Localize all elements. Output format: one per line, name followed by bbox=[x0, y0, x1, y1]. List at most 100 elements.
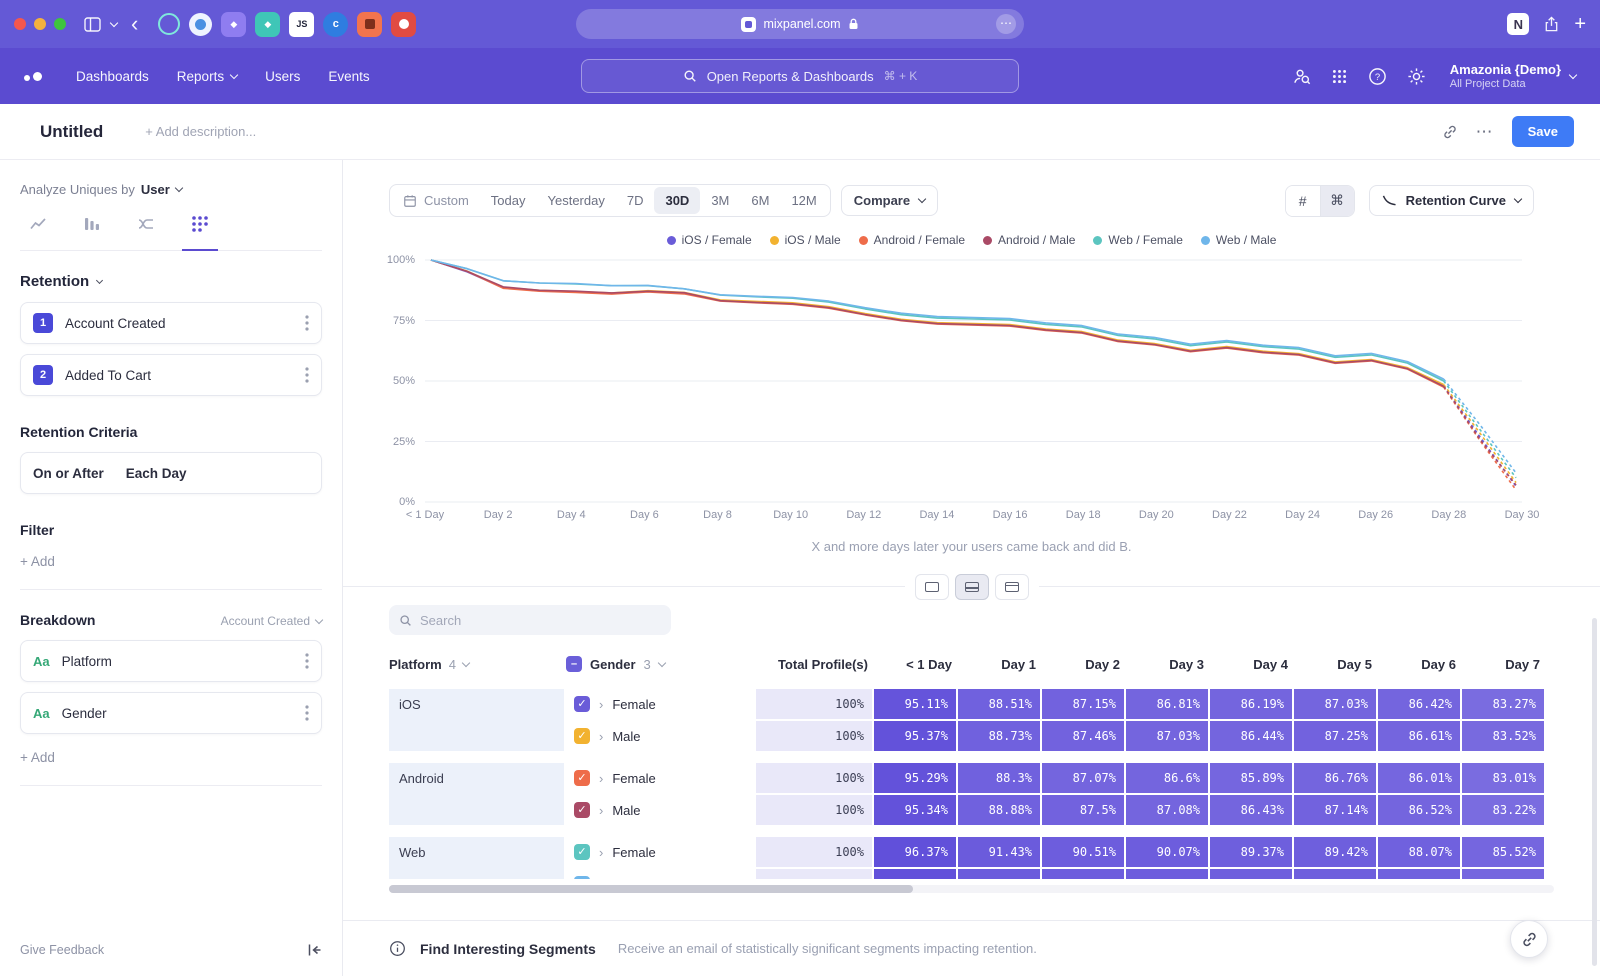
breakdown-property-label[interactable]: Platform bbox=[62, 654, 112, 669]
retention-value-cell[interactable]: 88.07% bbox=[1378, 837, 1460, 867]
breakdown-card-gender[interactable]: Aa Gender bbox=[20, 692, 322, 734]
gender-cell[interactable]: ✓›Male bbox=[566, 869, 756, 879]
retention-value-cell[interactable]: 85.52% bbox=[1462, 837, 1544, 867]
scrollbar-thumb[interactable] bbox=[389, 885, 913, 893]
chart-line-ios-male-projected[interactable] bbox=[1444, 385, 1516, 483]
legend-item-web-female[interactable]: Web / Female bbox=[1093, 233, 1182, 247]
retention-value-cell[interactable]: 91.43% bbox=[958, 837, 1040, 867]
retention-value-cell[interactable]: 83.27% bbox=[1462, 689, 1544, 719]
retention-value-cell[interactable]: 87.46% bbox=[1042, 721, 1124, 751]
url-bar[interactable]: mixpanel.com ⋯ bbox=[576, 9, 1024, 39]
extension-icon[interactable]: JS bbox=[289, 12, 314, 37]
legend-item-android-female[interactable]: Android / Female bbox=[859, 233, 965, 247]
retention-value-cell[interactable]: 89.5% bbox=[1294, 869, 1376, 879]
tab-insights[interactable] bbox=[20, 213, 56, 251]
row-checkbox[interactable]: ✓ bbox=[574, 728, 590, 744]
help-icon[interactable]: ? bbox=[1368, 67, 1387, 86]
back-button[interactable]: ‹ bbox=[127, 13, 142, 35]
report-title[interactable]: Untitled bbox=[40, 122, 103, 142]
nav-item-users[interactable]: Users bbox=[265, 69, 300, 84]
retention-value-cell[interactable]: 87.5% bbox=[1042, 795, 1124, 825]
legend-item-android-male[interactable]: Android / Male bbox=[983, 233, 1075, 247]
gender-column-header[interactable]: – Gender 3 bbox=[566, 656, 758, 672]
expand-chevron-icon[interactable]: › bbox=[599, 697, 603, 712]
expand-chevron-icon[interactable]: › bbox=[599, 845, 603, 860]
retention-value-cell[interactable]: 86.52% bbox=[1378, 795, 1460, 825]
add-filter-button[interactable]: + Add bbox=[20, 554, 322, 590]
retention-value-cell[interactable]: 87.03% bbox=[1294, 689, 1376, 719]
add-breakdown-button[interactable]: + Add bbox=[20, 750, 322, 786]
table-search-input[interactable]: Search bbox=[389, 605, 671, 635]
retention-value-cell[interactable]: 90.07% bbox=[1126, 837, 1208, 867]
expand-chevron-icon[interactable]: › bbox=[599, 771, 603, 786]
gender-cell[interactable]: ✓›Female bbox=[566, 763, 756, 793]
minimize-window-button[interactable] bbox=[34, 18, 46, 30]
retention-value-cell[interactable]: 95.34% bbox=[874, 795, 956, 825]
retention-value-cell[interactable]: 95.11% bbox=[874, 689, 956, 719]
global-search-button[interactable]: Open Reports & Dashboards ⌘ + K bbox=[581, 59, 1019, 93]
day-column-header[interactable]: Day 3 bbox=[1130, 657, 1212, 672]
retention-value-cell[interactable]: 87.07% bbox=[1042, 763, 1124, 793]
retention-value-cell[interactable]: 86.76% bbox=[1294, 763, 1376, 793]
chart-line-ios-male[interactable] bbox=[431, 260, 1444, 385]
expand-chevron-icon[interactable]: › bbox=[599, 729, 603, 744]
extension-icon[interactable] bbox=[391, 12, 416, 37]
row-checkbox[interactable]: ✓ bbox=[574, 696, 590, 712]
account-switcher[interactable]: Amazonia {Demo} All Project Data bbox=[1450, 62, 1576, 90]
extension-icon[interactable] bbox=[357, 12, 382, 37]
extension-icon[interactable]: c bbox=[323, 12, 348, 37]
kebab-menu-icon[interactable] bbox=[305, 367, 309, 383]
total-profiles-cell[interactable]: 100% bbox=[756, 869, 872, 879]
total-profiles-cell[interactable]: 100% bbox=[756, 721, 872, 751]
range-button-custom[interactable]: Custom bbox=[392, 187, 480, 214]
legend-item-ios-female[interactable]: iOS / Female bbox=[667, 233, 752, 247]
retention-value-cell[interactable]: 88.88% bbox=[958, 795, 1040, 825]
retention-value-cell[interactable]: 95.37% bbox=[874, 721, 956, 751]
expand-chevron-icon[interactable]: › bbox=[599, 877, 603, 880]
retention-value-cell[interactable]: 88.12% bbox=[1378, 869, 1460, 879]
retention-value-cell[interactable]: 83.01% bbox=[1462, 763, 1544, 793]
day-column-header[interactable]: Day 5 bbox=[1298, 657, 1380, 672]
retention-value-cell[interactable]: 89.45% bbox=[1210, 869, 1292, 879]
step-card-a[interactable]: 1 Account Created bbox=[20, 302, 322, 344]
retention-value-cell[interactable]: 85.89% bbox=[1210, 763, 1292, 793]
retention-value-cell[interactable]: 96.37% bbox=[874, 837, 956, 867]
close-window-button[interactable] bbox=[14, 18, 26, 30]
add-description-button[interactable]: + Add description... bbox=[145, 124, 256, 139]
range-button-6m[interactable]: 6M bbox=[740, 187, 780, 214]
retention-value-cell[interactable]: 91.41% bbox=[958, 869, 1040, 879]
row-checkbox[interactable]: ✓ bbox=[574, 844, 590, 860]
retention-value-cell[interactable]: 86.43% bbox=[1210, 795, 1292, 825]
retention-section-header[interactable]: Retention bbox=[20, 273, 322, 290]
range-button-7d[interactable]: 7D bbox=[616, 187, 655, 214]
retention-value-cell[interactable]: 87.08% bbox=[1126, 795, 1208, 825]
browser-sidebar-icon[interactable] bbox=[84, 17, 101, 32]
day-column-header[interactable]: Day 7 bbox=[1466, 657, 1548, 672]
day-column-header[interactable]: < 1 Day bbox=[878, 657, 960, 672]
tab-funnels[interactable] bbox=[74, 213, 110, 251]
extension-icon[interactable]: ◆ bbox=[255, 12, 280, 37]
more-options-icon[interactable]: ⋯ bbox=[1476, 122, 1494, 142]
extension-icon[interactable] bbox=[158, 13, 180, 35]
gender-cell[interactable]: ✓›Male bbox=[566, 721, 756, 751]
vertical-scrollbar[interactable] bbox=[1592, 618, 1597, 966]
kebab-menu-icon[interactable] bbox=[305, 653, 309, 669]
range-button-yesterday[interactable]: Yesterday bbox=[537, 187, 616, 214]
tab-retention[interactable] bbox=[182, 213, 218, 251]
mixpanel-logo[interactable] bbox=[24, 72, 42, 81]
retention-value-cell[interactable]: 86.19% bbox=[1210, 689, 1292, 719]
extension-icon[interactable]: ◆ bbox=[221, 12, 246, 37]
total-profiles-cell[interactable]: 100% bbox=[756, 763, 872, 793]
give-feedback-link[interactable]: Give Feedback bbox=[20, 943, 104, 957]
retention-value-cell[interactable]: 86.42% bbox=[1378, 689, 1460, 719]
range-button-today[interactable]: Today bbox=[480, 187, 537, 214]
retention-value-cell[interactable]: 88.73% bbox=[958, 721, 1040, 751]
retention-criteria-card[interactable]: On or After Each Day bbox=[20, 452, 322, 494]
share-link-fab[interactable] bbox=[1510, 920, 1548, 958]
analyze-uniques-row[interactable]: Analyze Uniques by User bbox=[20, 182, 322, 197]
total-profiles-cell[interactable]: 100% bbox=[756, 689, 872, 719]
breakdown-card-platform[interactable]: Aa Platform bbox=[20, 640, 322, 682]
retention-value-cell[interactable]: 96.4% bbox=[874, 869, 956, 879]
step-event-label[interactable]: Account Created bbox=[65, 316, 166, 331]
retention-value-cell[interactable]: 86.44% bbox=[1210, 721, 1292, 751]
